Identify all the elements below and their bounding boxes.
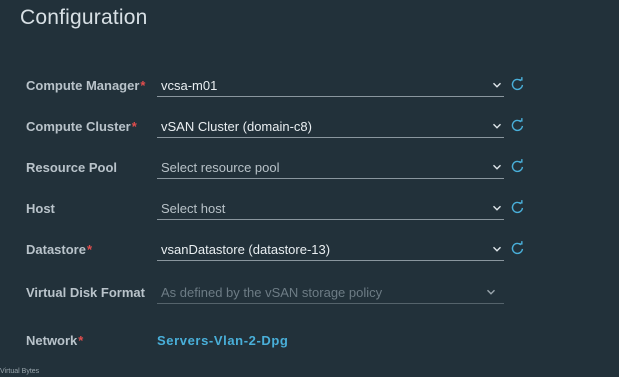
compute-manager-value: vcsa-m01 (161, 78, 218, 93)
virtual-disk-format-row: Virtual Disk Format As defined by the vS… (0, 281, 619, 307)
resource-pool-select[interactable]: Select resource pool (157, 156, 504, 179)
chevron-down-icon (493, 205, 501, 211)
refresh-icon[interactable] (509, 117, 526, 134)
refresh-icon[interactable] (509, 199, 526, 216)
chevron-down-icon (493, 82, 501, 88)
virtual-disk-format-select: As defined by the vSAN storage policy (157, 281, 504, 304)
chevron-down-icon (487, 289, 495, 295)
virtual-disk-format-value: As defined by the vSAN storage policy (161, 285, 383, 300)
virtual-disk-format-label: Virtual Disk Format (26, 285, 145, 300)
compute-cluster-select[interactable]: vSAN Cluster (domain-c8) (157, 115, 504, 138)
required-asterisk: * (78, 333, 84, 348)
chevron-down-icon (493, 246, 501, 252)
host-placeholder: Select host (161, 201, 226, 216)
required-asterisk: * (140, 78, 146, 93)
required-asterisk: * (131, 119, 137, 134)
refresh-icon[interactable] (509, 240, 526, 257)
configuration-panel: Configuration Compute Manager* vcsa-m01 … (0, 0, 619, 377)
resource-pool-placeholder: Select resource pool (161, 160, 280, 175)
compute-cluster-label: Compute Cluster* (26, 119, 137, 134)
watermark-text: Virtual Bytes (0, 368, 40, 375)
resource-pool-label: Resource Pool (26, 160, 118, 175)
compute-manager-row: Compute Manager* vcsa-m01 (0, 74, 619, 100)
refresh-icon[interactable] (509, 76, 526, 93)
network-label: Network* (26, 333, 84, 348)
compute-cluster-value: vSAN Cluster (domain-c8) (161, 119, 312, 134)
host-select[interactable]: Select host (157, 197, 504, 220)
page-title: Configuration (20, 6, 148, 29)
refresh-icon[interactable] (509, 158, 526, 175)
chevron-down-icon (493, 164, 501, 170)
datastore-value: vsanDatastore (datastore-13) (161, 242, 331, 257)
datastore-select[interactable]: vsanDatastore (datastore-13) (157, 238, 504, 261)
compute-manager-label: Compute Manager* (26, 78, 146, 93)
host-label: Host (26, 201, 55, 216)
resource-pool-row: Resource Pool Select resource pool (0, 156, 619, 182)
compute-manager-select[interactable]: vcsa-m01 (157, 74, 504, 97)
compute-cluster-row: Compute Cluster* vSAN Cluster (domain-c8… (0, 115, 619, 141)
network-link[interactable]: Servers-Vlan-2-Dpg (157, 333, 288, 348)
chevron-down-icon (493, 123, 501, 129)
network-row: Network* Servers-Vlan-2-Dpg (0, 329, 619, 355)
host-row: Host Select host (0, 197, 619, 223)
datastore-row: Datastore* vsanDatastore (datastore-13) (0, 238, 619, 264)
datastore-label: Datastore* (26, 242, 93, 257)
required-asterisk: * (86, 242, 93, 257)
